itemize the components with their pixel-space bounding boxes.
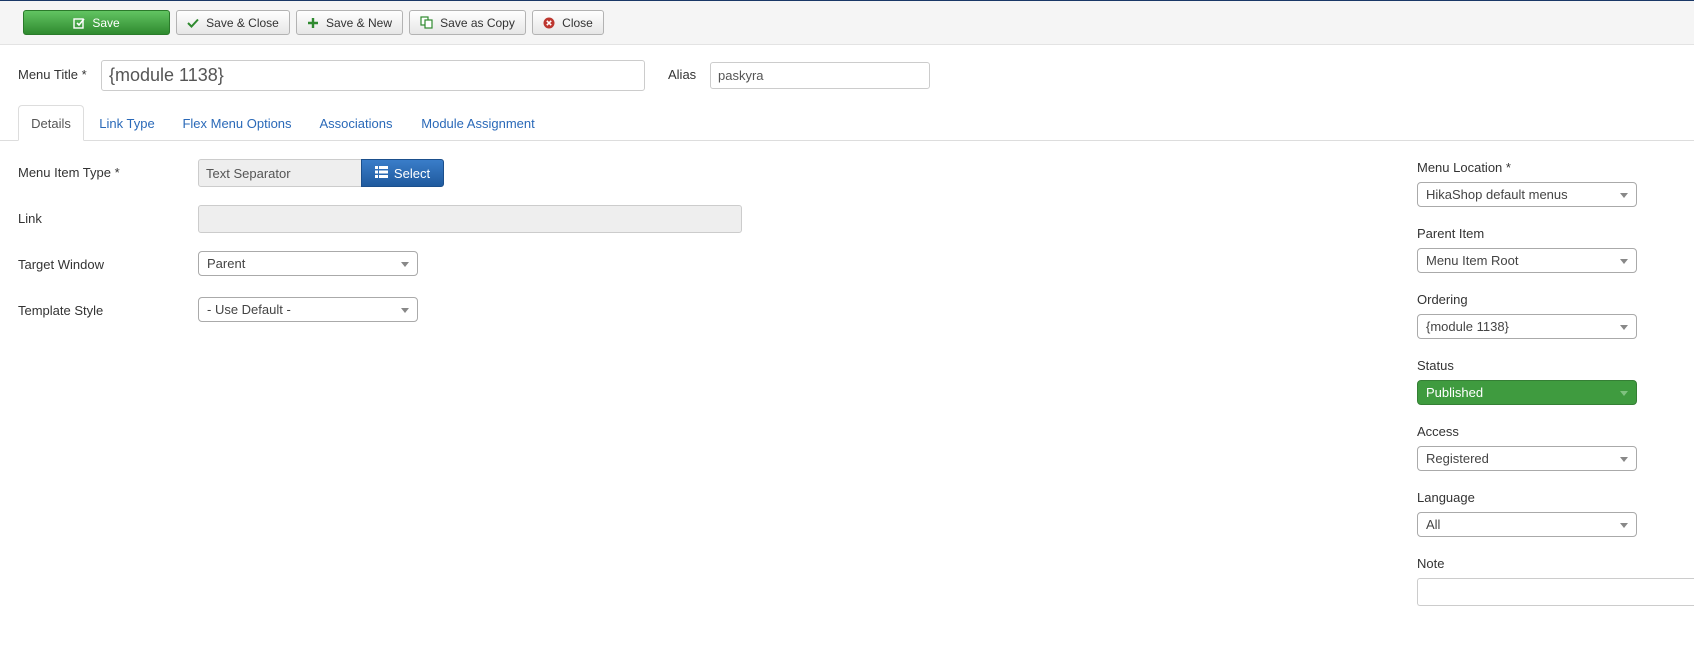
link-label: Link [18,211,42,226]
parent-item-select[interactable]: Menu Item Root [1417,248,1637,273]
status-select[interactable]: Published [1417,380,1637,405]
chevron-down-icon [401,308,409,313]
status-label: Status [1417,358,1454,373]
menu-location-label: Menu Location * [1417,160,1511,175]
chevron-down-icon [1620,193,1628,198]
close-button[interactable]: Close [532,10,604,35]
status-value: Published [1426,385,1484,400]
parent-item-value: Menu Item Root [1426,253,1519,268]
template-style-select[interactable]: - Use Default - [198,297,418,322]
save-button-label: Save [92,15,120,30]
language-value: All [1426,517,1441,532]
menu-title-label: Menu Title * [18,67,87,82]
menu-location-value: HikaShop default menus [1426,187,1568,202]
language-select[interactable]: All [1417,512,1637,537]
list-icon [374,165,388,181]
plus-icon [307,17,319,29]
menu-item-type-field: Text Separator [198,159,362,187]
target-window-value: Parent [207,256,246,271]
chevron-down-icon [1620,523,1628,528]
chevron-down-icon [1620,457,1628,462]
menu-title-input[interactable]: {module 1138} [101,60,645,91]
access-value: Registered [1426,451,1489,466]
close-button-label: Close [562,15,593,30]
chevron-down-icon [1620,391,1628,396]
copy-icon [420,16,433,29]
ordering-value: {module 1138} [1426,319,1509,334]
tab-associations[interactable]: Associations [313,105,399,141]
alias-input[interactable]: paskyra [710,62,930,89]
note-input[interactable] [1417,578,1694,606]
target-window-label: Target Window [18,257,104,272]
tab-details[interactable]: Details [18,105,84,141]
target-window-select[interactable]: Parent [198,251,418,276]
menu-item-type-label: Menu Item Type * [18,165,120,180]
select-button-label: Select [393,165,431,181]
select-menu-type-button[interactable]: Select [361,159,444,187]
save-close-button[interactable]: Save & Close [176,10,290,35]
access-label: Access [1417,424,1459,439]
tab-flex-menu-options[interactable]: Flex Menu Options [176,105,298,141]
save-button[interactable]: Save [23,10,170,35]
cancel-circle-icon [543,17,555,29]
edit-icon [73,17,85,29]
chevron-down-icon [1620,259,1628,264]
chevron-down-icon [401,262,409,267]
tab-bar: Details Link Type Flex Menu Options Asso… [0,105,1694,141]
tab-link-type[interactable]: Link Type [92,105,162,141]
access-select[interactable]: Registered [1417,446,1637,471]
tab-module-assignment[interactable]: Module Assignment [414,105,542,141]
chevron-down-icon [1620,325,1628,330]
ordering-select[interactable]: {module 1138} [1417,314,1637,339]
language-label: Language [1417,490,1475,505]
template-style-value: - Use Default - [207,302,291,317]
save-as-copy-button[interactable]: Save as Copy [409,10,526,35]
menu-location-select[interactable]: HikaShop default menus [1417,182,1637,207]
save-new-button[interactable]: Save & New [296,10,403,35]
toolbar: Save Save & Close Save & New Save as Cop… [0,1,1694,45]
check-icon [187,17,199,29]
link-field [198,205,742,233]
parent-item-label: Parent Item [1417,226,1485,241]
alias-label: Alias [668,67,697,82]
save-close-button-label: Save & Close [206,15,279,30]
note-label: Note [1417,556,1445,571]
template-style-label: Template Style [18,303,104,318]
save-new-button-label: Save & New [325,15,393,30]
ordering-label: Ordering [1417,292,1468,307]
save-as-copy-button-label: Save as Copy [440,15,515,30]
